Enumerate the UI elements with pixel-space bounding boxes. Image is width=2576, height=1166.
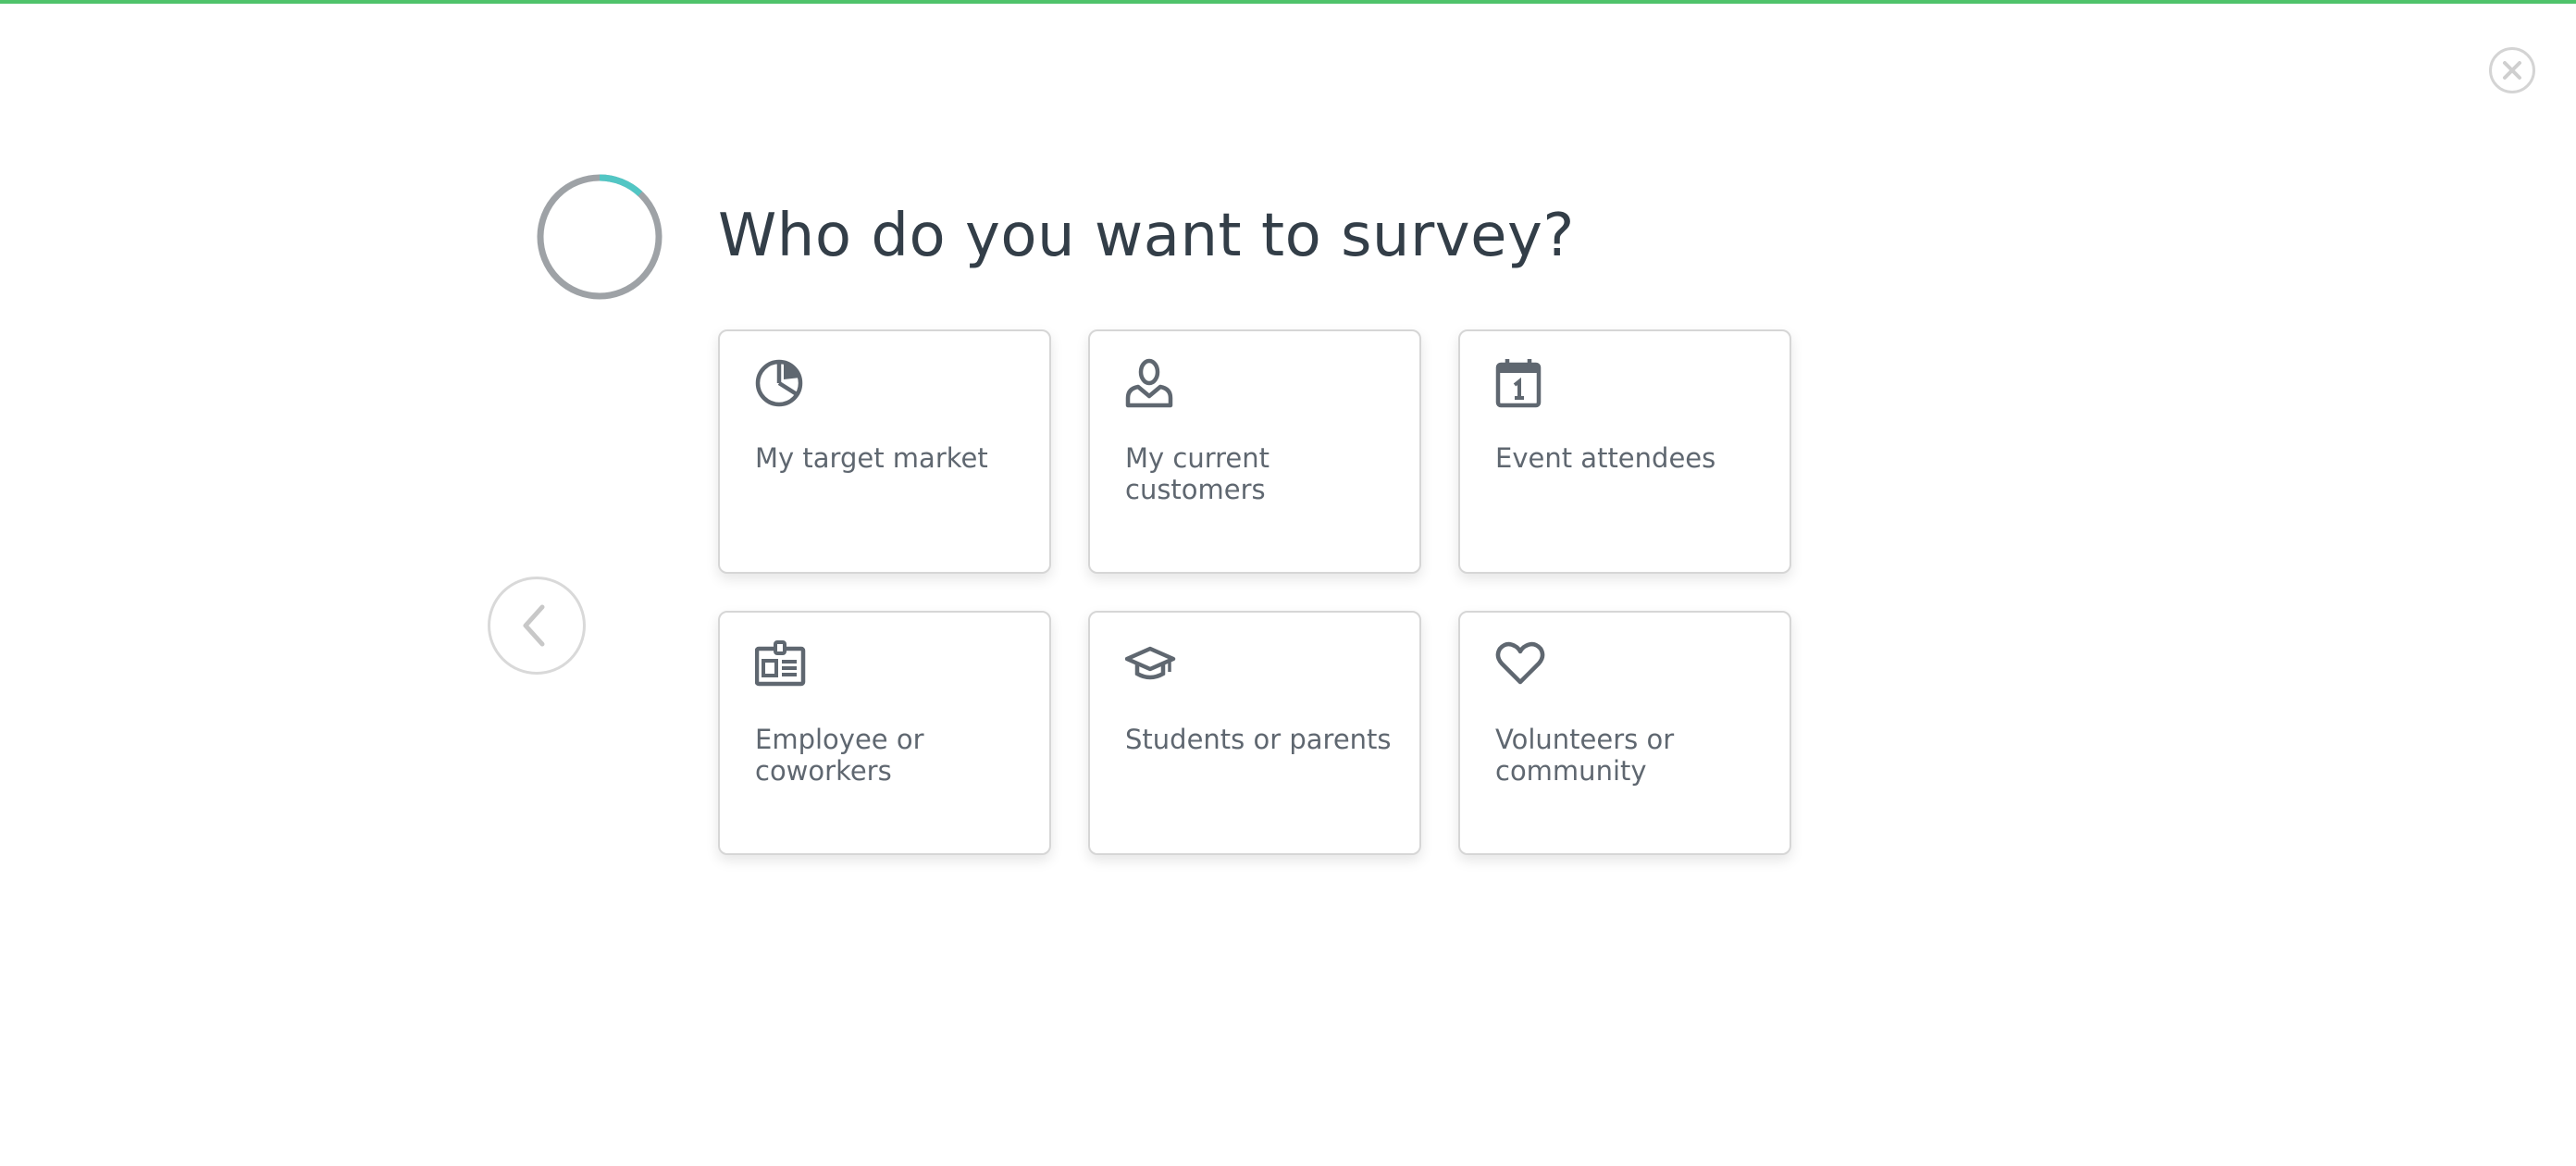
card-label: Employee or coworkers [755,724,924,787]
card-volunteers-community[interactable]: Volunteers or community [1458,611,1791,855]
close-button[interactable] [2489,47,2535,93]
card-label: Students or parents [1125,724,1392,755]
chevron-left-icon [523,604,545,647]
card-target-market[interactable]: My target market [718,329,1051,574]
progress-ring [537,174,663,300]
id-badge-icon [755,639,807,690]
card-employee-coworkers[interactable]: Employee or coworkers [718,611,1051,855]
card-label: Event attendees [1495,442,1716,474]
calendar-icon [1495,357,1547,409]
page-title: Who do you want to survey? [718,202,1575,270]
person-icon [1125,357,1177,409]
card-students-parents[interactable]: Students or parents [1088,611,1421,855]
heart-icon [1495,639,1547,690]
graduation-cap-icon [1125,639,1177,690]
card-current-customers[interactable]: My current customers [1088,329,1421,574]
close-icon [2503,61,2521,80]
back-button[interactable] [488,577,586,675]
card-label: My target market [755,442,988,474]
pie-chart-icon [755,357,807,409]
audience-options: My target market My current customers Ev… [718,329,1791,855]
top-accent-bar [0,0,2576,4]
card-label: Volunteers or community [1495,724,1675,787]
card-label: My current customers [1125,442,1270,505]
card-event-attendees[interactable]: Event attendees [1458,329,1791,574]
